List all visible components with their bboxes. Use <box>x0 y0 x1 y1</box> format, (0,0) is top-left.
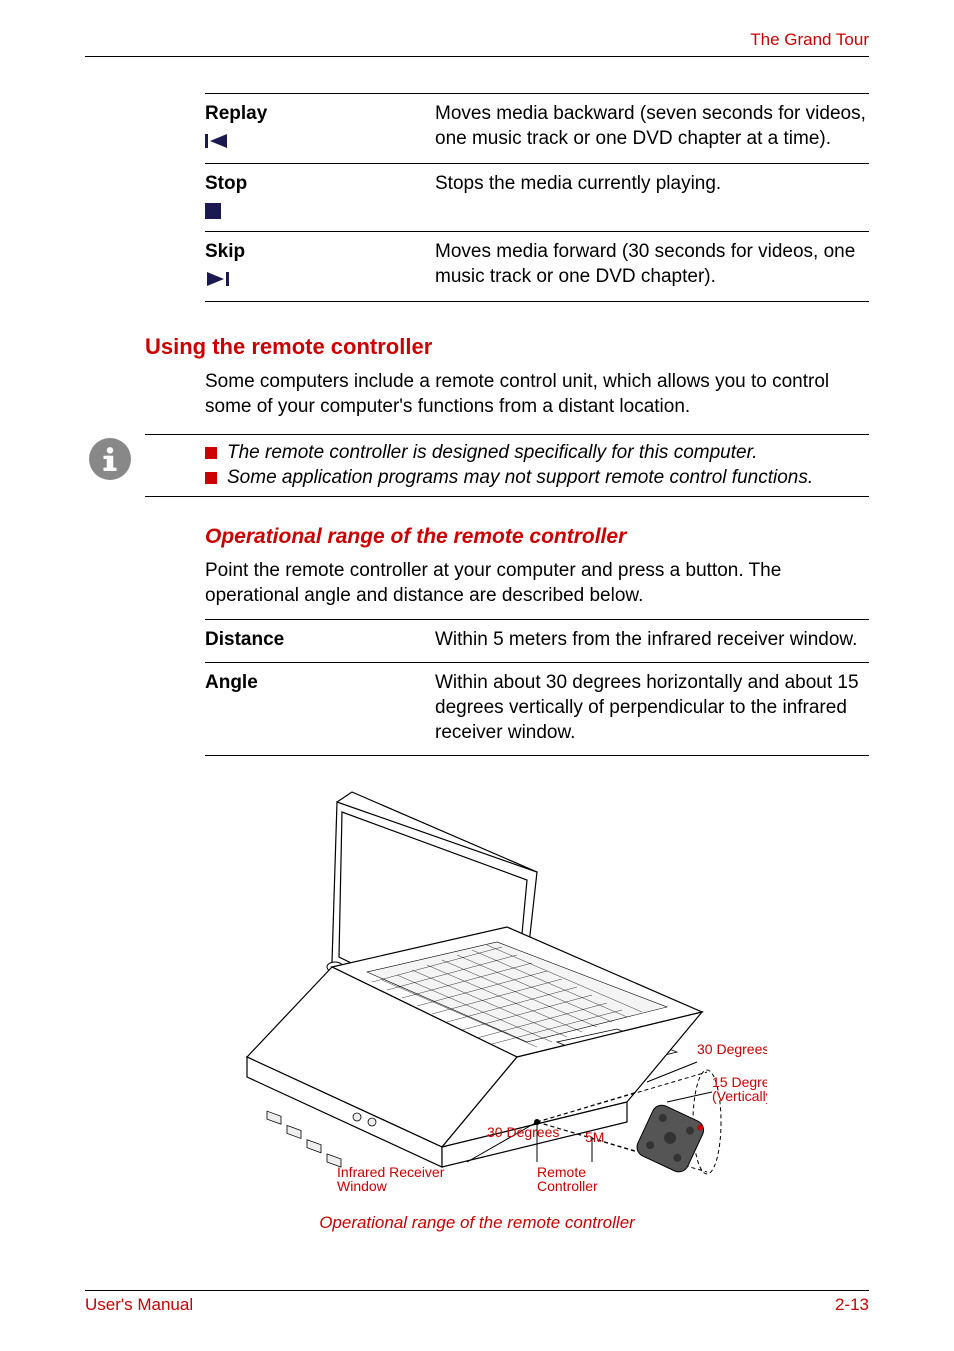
bullet-icon <box>205 472 217 484</box>
table-row: Distance Within 5 meters from the infrar… <box>205 619 869 663</box>
note-lines: The remote controller is designed specif… <box>145 434 869 497</box>
note-text: Some application programs may not suppor… <box>227 466 813 491</box>
label-ir-window: Infrared ReceiverWindow <box>337 1164 445 1194</box>
subsection-para-range: Point the remote controller at your comp… <box>85 559 869 608</box>
section-heading-remote: Using the remote controller <box>145 334 869 360</box>
table-row: Angle Within about 30 degrees horizontal… <box>205 663 869 756</box>
breadcrumb: The Grand Tour <box>750 30 869 49</box>
page-header: The Grand Tour <box>85 30 869 67</box>
skip-icon <box>205 265 435 287</box>
label-30deg-left: 30 Degrees <box>487 1124 559 1140</box>
table-row: Replay Moves media backward (seven secon… <box>205 94 869 164</box>
term-distance: Distance <box>205 619 435 663</box>
laptop-remote-diagram: 30 Degrees 15 Degrees(Vertically) 30 Deg… <box>187 782 767 1202</box>
term-stop: Stop <box>205 172 435 197</box>
label-5m: 5M <box>585 1129 604 1145</box>
table-row: Stop Stops the media currently playing. <box>205 164 869 232</box>
term-angle: Angle <box>205 663 435 756</box>
note-text: The remote controller is designed specif… <box>227 441 757 466</box>
subsection-heading-range: Operational range of the remote controll… <box>85 525 869 549</box>
label-30deg-right: 30 Degrees <box>697 1041 767 1057</box>
table-row: Skip Moves media forward (30 seconds for… <box>205 232 869 302</box>
footer-right: 2-13 <box>835 1295 869 1315</box>
desc-angle: Within about 30 degrees horizontally and… <box>435 663 869 756</box>
figure-caption: Operational range of the remote controll… <box>85 1213 869 1233</box>
note-block: The remote controller is designed specif… <box>85 434 869 497</box>
figure: 30 Degrees 15 Degrees(Vertically) 30 Deg… <box>85 782 869 1233</box>
desc-skip: Moves media forward (30 seconds for vide… <box>435 232 869 302</box>
desc-replay: Moves media backward (seven seconds for … <box>435 94 869 164</box>
range-table: Distance Within 5 meters from the infrar… <box>205 619 869 757</box>
label-15deg: 15 Degrees(Vertically) <box>712 1074 767 1104</box>
header-rule <box>85 56 869 57</box>
footer-left: User's Manual <box>85 1295 193 1315</box>
footer-rule <box>85 1290 869 1291</box>
replay-icon <box>205 127 435 149</box>
desc-stop: Stops the media currently playing. <box>435 164 869 232</box>
page-footer: User's Manual 2-13 <box>85 1290 869 1315</box>
label-remote: RemoteController <box>537 1164 598 1194</box>
stop-icon <box>205 197 435 219</box>
note-line: The remote controller is designed specif… <box>145 441 869 466</box>
term-skip: Skip <box>205 240 435 265</box>
desc-distance: Within 5 meters from the infrared receiv… <box>435 619 869 663</box>
info-icon <box>89 438 131 480</box>
term-replay: Replay <box>205 102 435 127</box>
bullet-icon <box>205 447 217 459</box>
section-para-remote: Some computers include a remote control … <box>85 370 869 419</box>
media-controls-table: Replay Moves media backward (seven secon… <box>205 93 869 302</box>
main-content: Replay Moves media backward (seven secon… <box>85 67 869 302</box>
note-line: Some application programs may not suppor… <box>145 466 869 491</box>
